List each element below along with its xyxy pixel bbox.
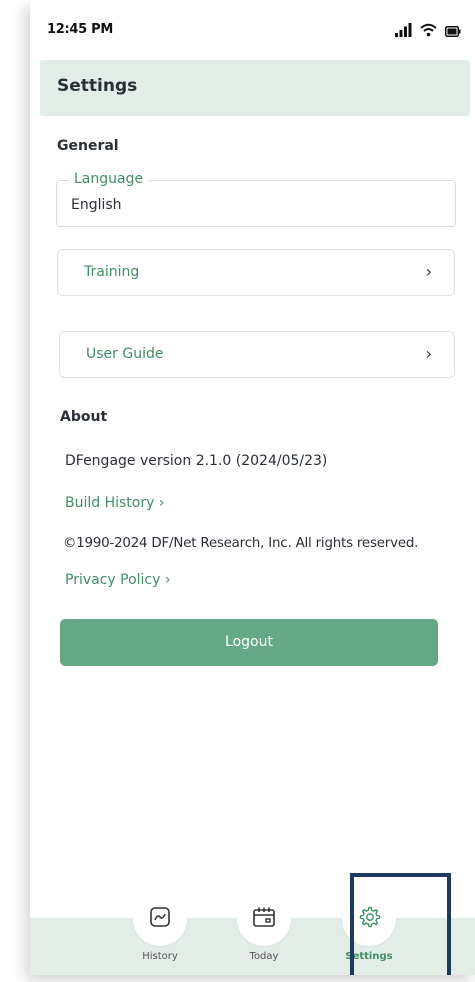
- phone-screen: 12:45 PM Settings General Language Engli…: [30, 0, 475, 975]
- tab-today[interactable]: Today: [234, 892, 294, 972]
- wifi-icon: [420, 22, 437, 41]
- language-label: Language: [69, 171, 149, 187]
- history-tab-label: History: [142, 951, 178, 962]
- chart-icon: [149, 906, 171, 932]
- general-section-title: General: [57, 138, 119, 154]
- status-bar: 12:45 PM: [30, 0, 475, 58]
- page-title: Settings: [57, 76, 138, 96]
- today-tab-circle: [237, 892, 291, 946]
- logout-button[interactable]: Logout: [60, 619, 438, 666]
- calendar-icon: [252, 906, 276, 932]
- about-section-title: About: [60, 409, 108, 425]
- chevron-right-icon: ›: [425, 262, 432, 281]
- history-tab-circle: [133, 892, 187, 946]
- battery-icon: [445, 22, 461, 41]
- status-time: 12:45 PM: [47, 22, 113, 37]
- training-label: Training: [84, 264, 140, 280]
- signal-icon: [394, 22, 412, 41]
- status-icons: [394, 22, 461, 41]
- version-text: DFengage version 2.1.0 (2024/05/23): [65, 453, 328, 469]
- chevron-right-icon: ›: [425, 344, 432, 363]
- privacy-policy-link[interactable]: Privacy Policy ›: [65, 572, 170, 588]
- language-value: English: [71, 197, 122, 213]
- today-tab-label: Today: [249, 951, 279, 962]
- user-guide-label: User Guide: [86, 346, 164, 362]
- tab-history[interactable]: History: [130, 892, 190, 972]
- copyright-text: ©1990-2024 DF/Net Research, Inc. All rig…: [63, 536, 419, 551]
- user-guide-button[interactable]: User Guide ›: [59, 331, 455, 378]
- build-history-link[interactable]: Build History ›: [65, 495, 164, 511]
- app-header: Settings: [40, 60, 470, 116]
- training-button[interactable]: Training ›: [57, 249, 455, 296]
- selection-highlight: [350, 873, 451, 975]
- language-select[interactable]: Language English: [56, 171, 456, 227]
